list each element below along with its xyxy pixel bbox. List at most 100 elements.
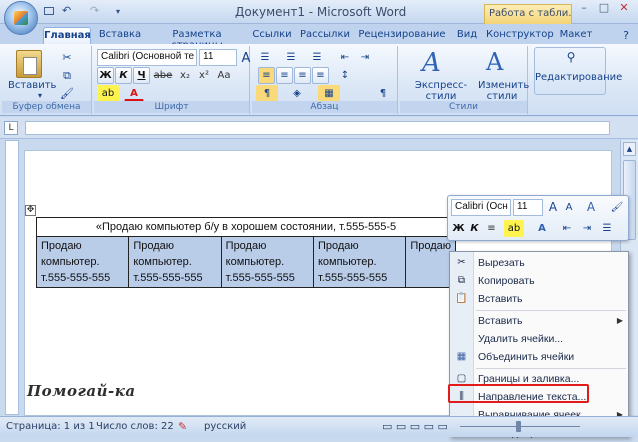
italic-button[interactable]: К — [115, 67, 132, 84]
menu-item-insert[interactable]: Вставить ▶ — [450, 312, 628, 330]
view-buttons[interactable]: ▭ ▭ ▭ ▭ ▭ — [382, 420, 448, 433]
increase-indent-icon[interactable]: ⇥ — [356, 49, 374, 66]
zoom-slider[interactable] — [446, 420, 596, 434]
tab-layout[interactable]: Макет — [556, 27, 596, 44]
bullets-icon[interactable]: ☰ — [256, 49, 274, 66]
mini-bold-button[interactable]: Ж — [451, 220, 466, 237]
mini-shrink-font-button[interactable]: A — [562, 199, 576, 216]
status-bar: Страница: 1 из 1 Число слов: 22 ✎ русски… — [0, 416, 638, 437]
tab-home[interactable]: Главная — [43, 27, 91, 44]
cell-line: Продаю — [317, 240, 359, 252]
undo-icon[interactable]: ↶ — [62, 4, 71, 20]
change-case-button[interactable]: Aa — [214, 67, 234, 84]
subscript-button[interactable]: x₂ — [176, 67, 194, 84]
font-size-combo[interactable]: 11 — [199, 49, 237, 66]
table-cell[interactable]: Продаю компьютер. т.555-555-555 — [312, 236, 407, 288]
show-marks-button[interactable]: ¶ — [374, 85, 392, 102]
mini-decrease-indent-icon[interactable]: ⇤ — [558, 220, 576, 237]
menu-item-cut[interactable]: ✂ Вырезать — [450, 254, 628, 272]
horizontal-ruler[interactable] — [25, 121, 610, 135]
mini-font-size-combo[interactable]: 11 — [513, 199, 543, 216]
menu-item-delete-cells[interactable]: Удалить ячейки... — [450, 330, 628, 348]
spellcheck-icon[interactable]: ✎ — [178, 420, 187, 433]
numbering-icon[interactable]: ☰ — [282, 49, 300, 66]
tab-view[interactable]: Вид — [452, 27, 482, 44]
status-page[interactable]: Страница: 1 из 1 — [6, 421, 95, 432]
highlight-button[interactable]: ab — [97, 85, 119, 102]
table-move-handle-icon[interactable]: ✥ — [25, 205, 36, 216]
multilevel-list-icon[interactable]: ☰ — [308, 49, 326, 66]
header-cell[interactable]: «Продаю компьютер б/у в хорошем состояни… — [36, 217, 456, 237]
mini-styles-button[interactable]: A — [580, 199, 602, 216]
find-binoculars-icon: ⚲ — [566, 50, 576, 64]
font-name-combo[interactable]: Calibri (Основной те — [97, 49, 197, 66]
mini-increase-indent-icon[interactable]: ⇥ — [578, 220, 596, 237]
tab-selector[interactable]: L — [4, 121, 18, 135]
ribbon-tabs: Главная Вставка Разметка страницы Ссылки… — [0, 24, 638, 51]
table-row: Продаю компьютер. т.555-555-555 Продаю комп… — [35, 236, 456, 288]
menu-item-paste[interactable]: 📋 Вставить — [450, 290, 628, 308]
superscript-button[interactable]: x² — [195, 67, 213, 84]
tab-insert[interactable]: Вставка — [96, 27, 144, 44]
zoom-thumb[interactable] — [516, 421, 521, 432]
mini-grow-font-button[interactable]: A — [546, 199, 560, 216]
tab-design[interactable]: Конструктор — [486, 27, 554, 44]
table-cell[interactable]: Продаю компьютер. т.555-555-555 — [128, 236, 222, 288]
qat-customize-icon[interactable]: ▾ — [116, 7, 120, 23]
tab-page-layout[interactable]: Разметка страницы — [148, 27, 246, 51]
redo-icon[interactable]: ↷ — [90, 4, 99, 20]
close-button[interactable]: ✕ — [614, 1, 634, 17]
minimize-button[interactable]: – — [574, 1, 594, 17]
mini-align-button[interactable]: ≡ — [484, 220, 499, 237]
grow-font-button[interactable]: A — [240, 50, 252, 67]
align-left-icon[interactable]: ≡ — [258, 67, 275, 84]
menu-item-copy[interactable]: ⧉ Копировать — [450, 272, 628, 290]
paste-icon[interactable] — [16, 50, 42, 78]
mini-bullets-icon[interactable]: ☰ — [598, 220, 616, 237]
menu-item-label: Объединить ячейки — [478, 351, 575, 363]
mini-italic-button[interactable]: К — [467, 220, 482, 237]
sort-icon[interactable]: ¶ — [256, 85, 278, 102]
mini-font-name-combo[interactable]: Calibri (Осн — [451, 199, 511, 216]
paste-button-label[interactable]: Вставить — [8, 80, 56, 91]
change-styles-icon[interactable]: A — [486, 48, 516, 76]
copy-icon[interactable]: ⧉ — [58, 67, 76, 84]
maximize-button[interactable]: □ — [594, 1, 614, 17]
borders-icon[interactable]: ▦ — [318, 85, 340, 102]
scroll-up-button[interactable]: ▲ — [623, 142, 636, 156]
table-cell[interactable]: Продаю компьютер. т.555-555-555 — [35, 236, 130, 288]
underline-button[interactable]: Ч — [133, 67, 150, 84]
mini-font-color-button[interactable]: A — [534, 220, 550, 237]
help-icon[interactable]: ? — [618, 27, 634, 44]
quick-styles-icon[interactable]: A — [422, 48, 452, 78]
format-painter-icon[interactable]: 🖌 — [58, 85, 76, 102]
decrease-indent-icon[interactable]: ⇤ — [336, 49, 354, 66]
strikethrough-button[interactable]: abe — [152, 67, 174, 84]
tab-references[interactable]: Ссылки — [250, 27, 294, 44]
cell-line: т.555-555-555 — [133, 272, 203, 284]
font-color-button[interactable]: A — [124, 85, 144, 102]
office-button[interactable] — [4, 1, 38, 35]
mini-highlight-button[interactable]: ab — [504, 220, 524, 237]
tab-mailings[interactable]: Рассылки — [298, 27, 352, 44]
change-styles-label[interactable]: Изменить стили — [478, 80, 529, 102]
document-table[interactable]: «Продаю компьютер б/у в хорошем состояни… — [35, 217, 456, 288]
paste-dropdown-icon[interactable]: ▾ — [38, 91, 42, 100]
status-words[interactable]: Число слов: 22 — [96, 421, 174, 432]
bold-button[interactable]: Ж — [97, 67, 114, 84]
align-right-icon[interactable]: ≡ — [294, 67, 311, 84]
line-spacing-icon[interactable]: ↕ — [334, 67, 356, 84]
vertical-ruler[interactable] — [5, 140, 19, 415]
justify-icon[interactable]: ≡ — [312, 67, 329, 84]
align-center-icon[interactable]: ≡ — [276, 67, 293, 84]
menu-item-merge-cells[interactable]: ▦ Объединить ячейки — [450, 348, 628, 366]
save-icon[interactable] — [44, 4, 54, 20]
shading-icon[interactable]: ◈ — [286, 85, 308, 102]
editing-button[interactable]: ⚲ Редактирование — [534, 47, 622, 95]
quick-styles-label[interactable]: Экспресс-стили — [402, 80, 480, 102]
tab-review[interactable]: Рецензирование — [356, 27, 448, 44]
mini-format-painter-icon[interactable]: 🖌 — [608, 199, 626, 216]
cut-icon[interactable]: ✂ — [58, 49, 76, 66]
status-language[interactable]: русский — [204, 421, 246, 432]
table-cell[interactable]: Продаю компьютер. т.555-555-555 — [220, 236, 314, 288]
